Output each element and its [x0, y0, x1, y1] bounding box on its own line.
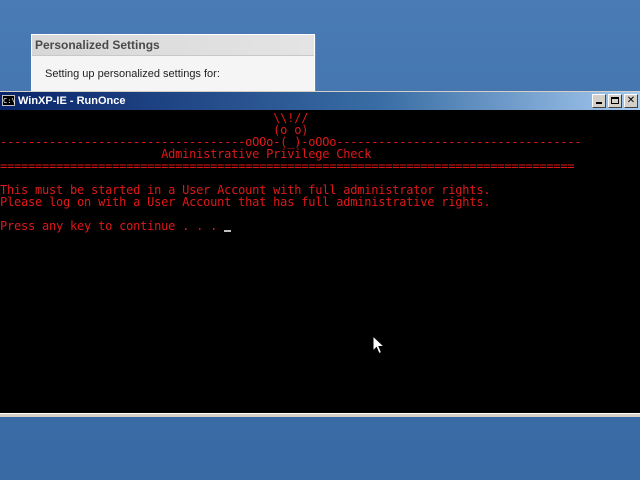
console-prompt-line: Press any key to continue . . .: [0, 220, 640, 232]
minimize-icon: [596, 102, 602, 104]
console-separator: ========================================…: [0, 159, 575, 173]
console-window[interactable]: C:\ WinXP-IE - RunOnce ✕ \\!// (o o) ---…: [0, 91, 640, 417]
maximize-button[interactable]: [608, 94, 622, 108]
mouse-pointer-icon: [372, 335, 386, 355]
window-controls: ✕: [592, 94, 638, 108]
console-icon[interactable]: C:\: [2, 95, 16, 106]
text-cursor: [224, 230, 232, 232]
close-icon: ✕: [626, 95, 636, 106]
minimize-button[interactable]: [592, 94, 606, 108]
console-prompt: Press any key to continue . . .: [0, 219, 225, 233]
console-titlebar[interactable]: C:\ WinXP-IE - RunOnce ✕: [0, 92, 640, 110]
personalized-settings-title: Personalized Settings: [32, 35, 314, 55]
close-button[interactable]: ✕: [624, 94, 638, 108]
console-output[interactable]: \\!// (o o) ----------------------------…: [0, 110, 640, 413]
console-window-title: WinXP-IE - RunOnce: [18, 95, 126, 107]
console-message-2: Please log on with a User Account that h…: [0, 195, 491, 209]
personalized-settings-message: Setting up personalized settings for:: [45, 68, 220, 80]
console-bottom-border: [0, 413, 640, 417]
maximize-icon: [611, 97, 619, 104]
